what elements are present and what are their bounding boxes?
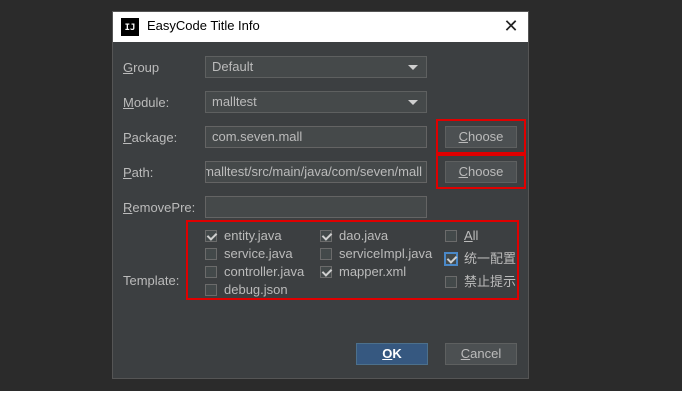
path-input[interactable]: malltest/src/main/java/com/seven/mall bbox=[205, 161, 427, 183]
package-choose-button[interactable]: Choose bbox=[445, 126, 517, 148]
template-checkbox-entity[interactable]: entity.java bbox=[205, 228, 282, 244]
checkbox-icon bbox=[445, 230, 457, 242]
template-checkbox-mapper[interactable]: mapper.xml bbox=[320, 264, 406, 280]
removepre-input[interactable] bbox=[205, 196, 427, 218]
checkbox-icon bbox=[445, 253, 457, 265]
template-checkbox-dao[interactable]: dao.java bbox=[320, 228, 388, 244]
group-label: Group bbox=[123, 60, 160, 75]
template-label: Template: bbox=[123, 273, 180, 288]
checkbox-icon bbox=[205, 230, 217, 242]
path-label: Path: bbox=[123, 165, 154, 180]
dialog-title: EasyCode Title Info bbox=[147, 18, 260, 33]
package-input[interactable]: com.seven.mall bbox=[205, 126, 427, 148]
template-checkbox-controller[interactable]: controller.java bbox=[205, 264, 304, 280]
module-select-value: malltest bbox=[212, 94, 257, 109]
checkbox-icon bbox=[445, 276, 457, 288]
cancel-button[interactable]: Cancel bbox=[445, 343, 517, 365]
checkbox-icon bbox=[205, 266, 217, 278]
easycode-dialog: IJ EasyCode Title Info ✕ Group Default M… bbox=[112, 11, 529, 379]
intellij-app-icon: IJ bbox=[121, 18, 139, 36]
title-bar[interactable]: IJ EasyCode Title Info ✕ bbox=[113, 12, 528, 42]
unified-config-checkbox[interactable]: 统一配置 bbox=[445, 251, 516, 267]
template-checkbox-debug[interactable]: debug.json bbox=[205, 282, 288, 298]
removepre-label: RemovePre: bbox=[123, 200, 196, 215]
close-icon[interactable]: ✕ bbox=[500, 16, 522, 38]
template-checkbox-all[interactable]: All bbox=[445, 228, 478, 244]
template-checkbox-serviceimpl[interactable]: serviceImpl.java bbox=[320, 246, 432, 262]
group-select[interactable]: Default bbox=[205, 56, 427, 78]
chevron-down-icon bbox=[408, 65, 418, 70]
checkbox-icon bbox=[205, 248, 217, 260]
chevron-down-icon bbox=[408, 100, 418, 105]
template-checkbox-service[interactable]: service.java bbox=[205, 246, 293, 262]
module-select[interactable]: malltest bbox=[205, 91, 427, 113]
checkbox-icon bbox=[320, 266, 332, 278]
checkbox-icon bbox=[320, 230, 332, 242]
package-label: Package: bbox=[123, 130, 178, 145]
group-select-value: Default bbox=[212, 59, 254, 74]
module-label: Module: bbox=[123, 95, 170, 110]
disable-hint-checkbox[interactable]: 禁止提示 bbox=[445, 274, 516, 290]
path-choose-button[interactable]: Choose bbox=[445, 161, 517, 183]
path-input-value: malltest/src/main/java/com/seven/mall bbox=[205, 164, 422, 179]
ok-button[interactable]: OK bbox=[356, 343, 428, 365]
checkbox-icon bbox=[205, 284, 217, 296]
checkbox-icon bbox=[320, 248, 332, 260]
